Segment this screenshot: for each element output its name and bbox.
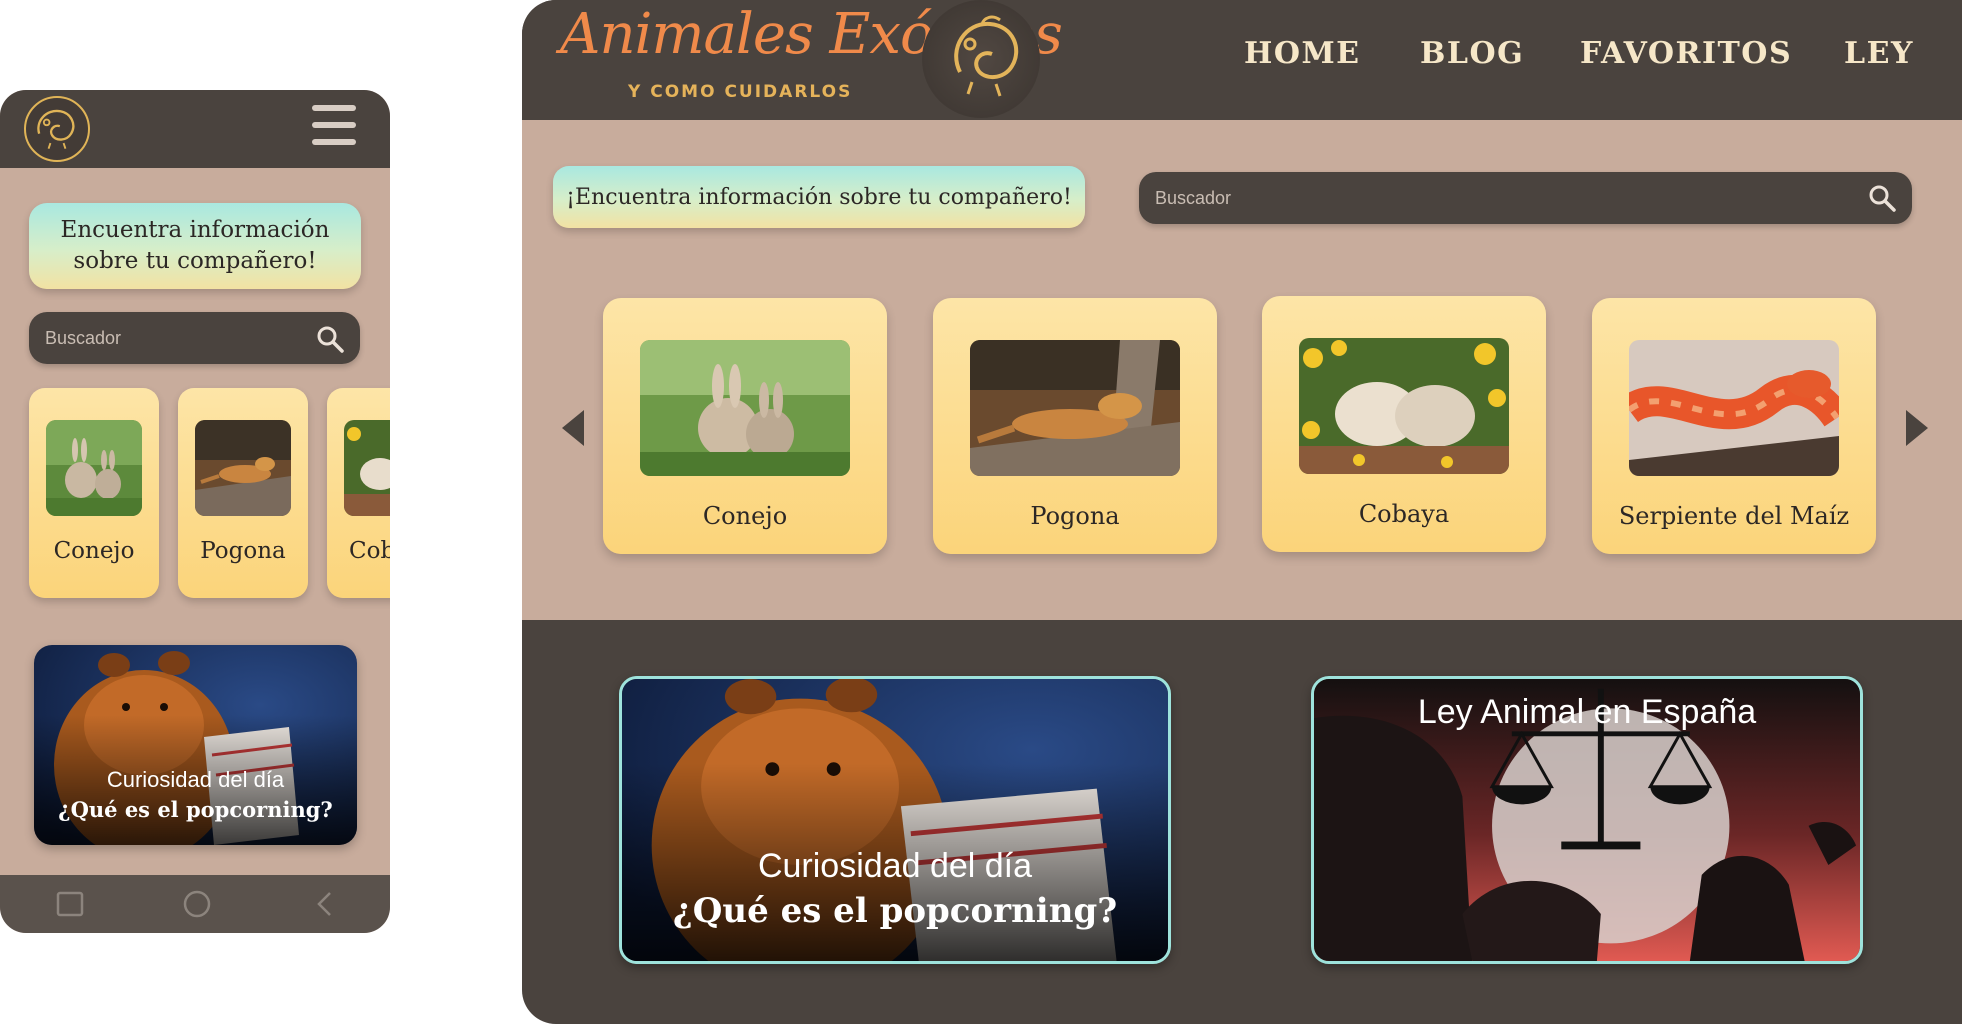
- animal-card-serpiente[interactable]: Serpiente del Maíz: [1592, 298, 1876, 554]
- feature-caption-question: ¿Qué es el popcorning?: [672, 891, 1118, 931]
- card-label: Conejo: [702, 502, 788, 530]
- search-icon[interactable]: [315, 324, 345, 354]
- corn-snake-image: [1629, 340, 1839, 476]
- nav-favoritos[interactable]: FAVORITOS: [1580, 36, 1792, 71]
- mobile-header: [0, 90, 390, 168]
- desktop-search-input[interactable]: [1155, 182, 1835, 214]
- desktop-header: Animales Exóticos Y COMO CUIDARLOS HOME …: [522, 0, 1962, 120]
- nav-ley[interactable]: LEY: [1844, 36, 1914, 71]
- feature-caption-title: Curiosidad del día: [106, 767, 285, 792]
- brand-logo[interactable]: Animales Exóticos Y COMO CUIDARLOS: [560, 2, 1063, 102]
- rabbit-image: [46, 420, 142, 516]
- rabbit-image: [640, 340, 850, 476]
- bearded-dragon-image: [195, 420, 291, 516]
- card-label: Cob: [349, 538, 390, 564]
- mobile-hero-banner: Encuentra información sobre tu compañero…: [29, 203, 361, 289]
- card-label: Serpiente del Maíz: [1618, 502, 1850, 530]
- nav-home[interactable]: HOME: [1244, 36, 1361, 71]
- nav-blog[interactable]: BLOG: [1420, 36, 1524, 71]
- animal-law-feature-card[interactable]: Ley Animal en España: [1311, 676, 1863, 964]
- mobile-mockup: Encuentra información sobre tu compañero…: [0, 90, 390, 933]
- chameleon-logo-icon[interactable]: [24, 96, 90, 162]
- circle-icon[interactable]: [182, 890, 212, 918]
- mobile-curiosity-feature[interactable]: Curiosidad del día ¿Qué es el popcorning…: [34, 645, 357, 845]
- law-feature-title: Ley Animal en España: [1417, 693, 1757, 731]
- mobile-card-pogona[interactable]: Pogona: [178, 388, 308, 598]
- bearded-dragon-image: [970, 340, 1180, 476]
- card-label: Conejo: [53, 538, 135, 564]
- desktop-hero-banner: ¡Encuentra información sobre tu compañer…: [553, 166, 1085, 228]
- guinea-pig-image: [1299, 338, 1509, 474]
- carousel-next-arrow-icon[interactable]: [1902, 406, 1932, 450]
- desktop-main-panel: ¡Encuentra información sobre tu compañer…: [522, 120, 1962, 620]
- card-label: Cobaya: [1358, 500, 1450, 528]
- curiosity-feature-card[interactable]: Curiosidad del día ¿Qué es el popcorning…: [619, 676, 1171, 964]
- back-chevron-icon[interactable]: [310, 890, 340, 918]
- card-label: Pogona: [1030, 502, 1120, 530]
- search-icon[interactable]: [1867, 183, 1897, 213]
- android-navigation-bar: [0, 875, 390, 933]
- feature-caption-question: ¿Qué es el popcorning?: [58, 797, 333, 822]
- animal-card-pogona[interactable]: Pogona: [933, 298, 1217, 554]
- animal-card-conejo[interactable]: Conejo: [603, 298, 887, 554]
- carousel-prev-arrow-icon[interactable]: [558, 406, 588, 450]
- chameleon-logo-icon: [922, 0, 1040, 118]
- mobile-search-input[interactable]: [45, 322, 295, 354]
- brand-subtitle: Y COMO CUIDARLOS: [628, 82, 853, 102]
- animal-card-cobaya[interactable]: Cobaya: [1262, 296, 1546, 552]
- guinea-pig-image: [344, 420, 390, 516]
- mobile-card-cobaya-partial[interactable]: Cob: [327, 388, 390, 598]
- feature-caption-title: Curiosidad del día: [757, 847, 1033, 885]
- mobile-card-conejo[interactable]: Conejo: [29, 388, 159, 598]
- desktop-mockup: Animales Exóticos Y COMO CUIDARLOS HOME …: [522, 0, 1962, 1024]
- hamburger-menu-icon[interactable]: [310, 105, 358, 153]
- desktop-search-bar[interactable]: [1139, 172, 1912, 224]
- square-icon[interactable]: [55, 890, 85, 918]
- mobile-search-bar[interactable]: [29, 312, 360, 364]
- card-label: Pogona: [200, 538, 286, 564]
